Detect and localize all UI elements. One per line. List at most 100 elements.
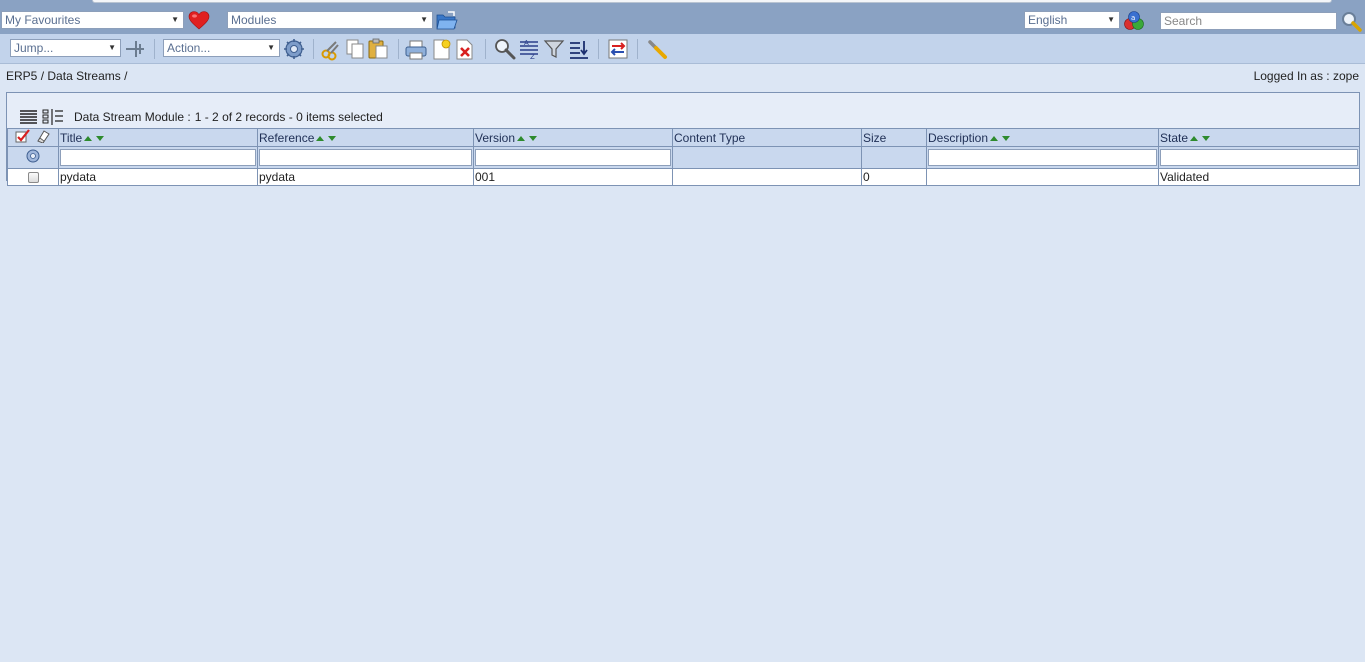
sort-arrows-icon[interactable] (989, 134, 1013, 143)
modules-select[interactable]: Modules ▼ (227, 11, 433, 29)
column-header-title[interactable]: Title (58, 128, 258, 147)
column-header-reference[interactable]: Reference (257, 128, 474, 147)
breadcrumb-separator: / (40, 69, 45, 83)
list-view-icon[interactable] (19, 109, 38, 125)
action-select[interactable]: Action... ▼ (163, 39, 280, 57)
filter-state-input[interactable] (1160, 149, 1358, 166)
paste-icon[interactable] (367, 37, 389, 59)
wrench-icon[interactable] (646, 38, 668, 60)
cell-reference-text[interactable]: pydata (259, 170, 295, 184)
sort-arrows-icon[interactable] (83, 134, 107, 143)
cell-size-text[interactable]: 0 (863, 170, 870, 184)
column-header-version[interactable]: Version (473, 128, 673, 147)
language-icon[interactable]: a (1123, 10, 1145, 32)
uncheck-all-icon[interactable] (35, 129, 51, 144)
filter-description-input[interactable] (928, 149, 1157, 166)
cell-title[interactable]: pydata (58, 168, 258, 186)
filter-state-cell (1158, 146, 1360, 169)
sort-az-icon[interactable]: A Z (518, 38, 540, 60)
chevron-down-icon: ▼ (267, 43, 275, 52)
filter-size-cell (861, 146, 927, 169)
cell-reference[interactable]: pydata (257, 168, 474, 186)
delete-icon[interactable] (454, 38, 476, 60)
filter-title-input[interactable] (60, 149, 256, 166)
breadcrumb-current-link[interactable]: Data Streams (47, 69, 120, 83)
language-select[interactable]: English ▼ (1024, 11, 1120, 29)
copy-icon[interactable] (344, 38, 366, 60)
toolbar-separator (637, 39, 638, 59)
cell-state-text[interactable]: Validated (1160, 170, 1209, 184)
column-header-description[interactable]: Description (926, 128, 1159, 147)
column-header-version-label: Version (475, 130, 516, 145)
column-header-size-label: Size (863, 130, 887, 145)
sort-arrows-icon[interactable] (1189, 134, 1213, 143)
toolbar-separator (485, 39, 486, 59)
column-header-title-label: Title (60, 130, 83, 145)
column-config-icon[interactable] (42, 108, 64, 126)
export-icon[interactable] (607, 38, 629, 60)
filter-icon[interactable] (543, 38, 565, 60)
gear-icon[interactable] (25, 148, 41, 164)
logged-in-status: Logged In as : zope (1253, 69, 1359, 83)
sort-descending-icon[interactable] (568, 38, 590, 60)
data-table: Title Reference Version Content Type Siz… (7, 128, 1360, 186)
chevron-down-icon: ▼ (420, 15, 428, 24)
select-header-cell (7, 128, 59, 147)
check-all-icon[interactable] (15, 129, 31, 143)
jump-icon[interactable] (124, 38, 146, 60)
find-icon[interactable] (494, 38, 516, 60)
filter-version-input[interactable] (475, 149, 671, 166)
table-row[interactable]: pydata pydata 001 0 Validated (7, 168, 1360, 186)
search-icon[interactable] (1340, 10, 1362, 32)
top-bar: My Favourites ▼ Modules ▼ English ▼ a Se… (0, 8, 1365, 34)
column-header-content-type-label: Content Type (674, 130, 746, 145)
filter-reference-input[interactable] (259, 149, 472, 166)
cell-size[interactable]: 0 (861, 168, 927, 186)
modules-select-label: Modules (231, 13, 277, 27)
listbox: Data Stream Module : 1 - 2 of 2 records … (6, 92, 1360, 186)
new-document-icon[interactable] (431, 38, 453, 60)
filter-title-cell (58, 146, 258, 169)
favourites-select[interactable]: My Favourites ▼ (1, 11, 184, 29)
search-input[interactable]: Search (1160, 12, 1337, 30)
favourites-select-label: My Favourites (5, 13, 81, 27)
jump-select[interactable]: Jump... ▼ (10, 39, 121, 57)
open-folder-icon[interactable] (436, 10, 458, 32)
heart-icon[interactable] (188, 10, 210, 32)
row-checkbox[interactable] (27, 172, 39, 184)
toolbar-separator (154, 39, 155, 59)
sort-arrows-icon[interactable] (315, 134, 339, 143)
chevron-down-icon: ▼ (171, 15, 179, 24)
svg-text:a: a (1131, 14, 1135, 22)
cell-description[interactable] (926, 168, 1159, 186)
cell-version[interactable]: 001 (473, 168, 673, 186)
filter-description-cell (926, 146, 1159, 169)
listbox-header: Data Stream Module : 1 - 2 of 2 records … (19, 107, 383, 127)
column-header-state-label: State (1160, 130, 1189, 145)
chevron-down-icon: ▼ (1107, 15, 1115, 24)
column-header-description-label: Description (928, 130, 989, 145)
print-icon[interactable] (405, 39, 427, 61)
sort-arrows-icon[interactable] (516, 134, 540, 143)
cell-state[interactable]: Validated (1158, 168, 1360, 186)
toolbar-separator (598, 39, 599, 59)
gear-icon[interactable] (283, 38, 305, 60)
cut-icon[interactable] (320, 39, 342, 61)
cell-content-type[interactable] (672, 168, 862, 186)
breadcrumb: ERP5 / Data Streams / (6, 69, 127, 83)
svg-text:A: A (524, 39, 529, 47)
column-header-state[interactable]: State (1158, 128, 1360, 147)
svg-text:Z: Z (530, 53, 535, 60)
chevron-down-icon: ▼ (108, 43, 116, 52)
column-header-content-type[interactable]: Content Type (672, 128, 862, 147)
listbox-title: Data Stream Module : (74, 110, 191, 124)
row-select-cell (7, 168, 59, 186)
breadcrumb-root-link[interactable]: ERP5 (6, 69, 37, 83)
column-header-size[interactable]: Size (861, 128, 927, 147)
breadcrumb-trailing-separator: / (124, 69, 128, 83)
cell-version-text[interactable]: 001 (475, 170, 495, 184)
cell-title-text[interactable]: pydata (60, 170, 96, 184)
table-filter-row (7, 146, 1360, 169)
table-header-row: Title Reference Version Content Type Siz… (7, 128, 1360, 147)
filter-version-cell (473, 146, 673, 169)
